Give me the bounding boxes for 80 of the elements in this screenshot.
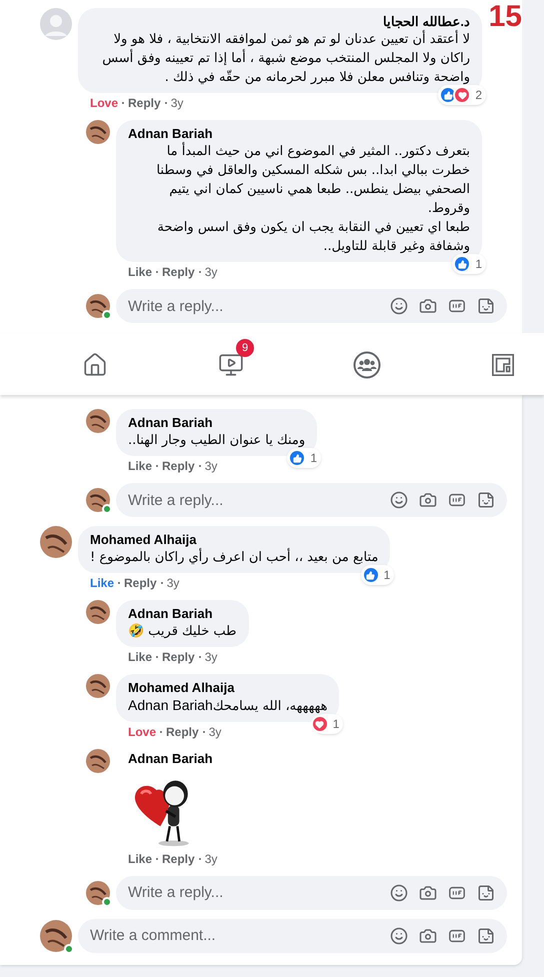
reaction-number: 2: [475, 87, 482, 104]
timestamp: 3y: [208, 724, 222, 740]
author-name[interactable]: Mohamed Alhaija: [128, 679, 328, 696]
emoji-icon[interactable]: [390, 297, 408, 315]
author-name[interactable]: Adnan Bariah: [128, 125, 470, 142]
notification-badge: 9: [236, 339, 254, 357]
reaction-count[interactable]: 1: [287, 448, 322, 468]
reply-link[interactable]: Reply: [162, 649, 195, 665]
timestamp: 3y: [170, 95, 184, 111]
react-link[interactable]: Like: [128, 458, 152, 474]
timestamp: 3y: [204, 850, 218, 866]
comment-text: ومنك يا عنوان الطيب وجار الهنا..: [128, 432, 306, 450]
timestamp: 3y: [166, 575, 180, 591]
reply-link[interactable]: Reply: [166, 724, 199, 740]
author-name[interactable]: Mohamed Alhaija: [90, 531, 378, 548]
reaction-number: 1: [310, 450, 318, 467]
reply-field[interactable]: Write a reply...: [116, 876, 507, 910]
sticker-icon[interactable]: [477, 297, 495, 315]
home-icon: [82, 352, 108, 378]
avatar-icon: [86, 294, 110, 318]
gaming-icon: [491, 353, 515, 377]
emoji-icon[interactable]: [390, 491, 408, 509]
reaction-number: 1: [475, 256, 482, 273]
groups-icon: [353, 351, 381, 379]
react-link[interactable]: Like: [90, 575, 114, 591]
reply-link[interactable]: Reply: [162, 264, 195, 280]
mention-link[interactable]: Adnan Bariah: [128, 697, 213, 713]
reaction-count[interactable]: 1: [452, 254, 486, 274]
author-name[interactable]: Adnan Bariah: [128, 605, 236, 622]
comment-text: متابع من بعيد ،، أحب ان اعرف رأي راكان بالموضوع !: [90, 548, 378, 567]
emoji-icon[interactable]: [390, 926, 408, 944]
author-name[interactable]: Adnan Bariah: [128, 414, 306, 431]
gif-icon[interactable]: [448, 491, 466, 509]
reply-link[interactable]: Reply: [124, 575, 157, 591]
avatar-icon: [86, 120, 110, 144]
avatar-icon: [86, 409, 110, 433]
author-name[interactable]: Adnan Bariah: [128, 749, 213, 768]
avatar-icon: [86, 488, 110, 512]
camera-icon[interactable]: [419, 926, 437, 944]
avatar-icon: [40, 8, 72, 40]
camera-icon[interactable]: [419, 297, 437, 315]
video-icon: [218, 352, 244, 378]
emoji-icon[interactable]: [390, 884, 408, 902]
reaction-count[interactable]: 1: [314, 714, 344, 734]
reply-link[interactable]: Reply: [162, 850, 195, 866]
reply-link[interactable]: Reply: [162, 458, 195, 474]
avatar-icon: [40, 526, 72, 558]
reaction-number: 1: [384, 567, 390, 584]
reaction-number: 1: [332, 716, 340, 733]
timestamp: 3y: [204, 264, 218, 280]
react-link[interactable]: Love: [128, 724, 156, 740]
nav-tab[interactable]: 9: [204, 337, 258, 391]
comment-text: طب خليك قريب 🤣: [128, 622, 236, 641]
timestamp: 3y: [204, 458, 218, 474]
reaction-count[interactable]: 2: [438, 85, 486, 105]
reply-field[interactable]: Write a reply...: [116, 483, 507, 517]
reaction-count[interactable]: 1: [360, 565, 394, 585]
sticker-icon[interactable]: [477, 926, 495, 944]
sticker-icon[interactable]: [477, 491, 495, 509]
avatar-icon: [40, 920, 72, 952]
comment-text: لا أعتقد أن تعيين عدنان لو تم هو ثمن لموافقه الانتخابية ، فلا هو ولا راكان ولا المجلس المنتخب موضع شبهة ، أما إذا تم تعيينه وفق أسس واضحة وتنافس معلن فلا مبرر لحرمانه من حقّه في ذلك .: [101, 30, 470, 87]
react-link[interactable]: Like: [128, 649, 152, 665]
comment-field[interactable]: Write a comment...: [78, 918, 507, 952]
sticker-icon[interactable]: [477, 884, 495, 902]
reply-field[interactable]: Write a reply...: [116, 289, 507, 323]
reply-link[interactable]: Reply: [128, 95, 161, 111]
react-link[interactable]: Like: [128, 264, 152, 280]
avatar-icon: [86, 600, 110, 624]
corner-number: 15: [488, 2, 522, 32]
avatar-icon: [86, 674, 110, 698]
gif-icon[interactable]: [448, 297, 466, 315]
avatar-icon: [86, 749, 110, 773]
camera-icon[interactable]: [419, 884, 437, 902]
react-link[interactable]: Love: [90, 95, 118, 111]
author-name[interactable]: د.عطالله الحجايا: [90, 13, 470, 30]
react-link[interactable]: Like: [128, 850, 152, 866]
comment-text: بتعرف دكتور.. المثير في الموضوع اني من حيث المبدأ ما خطرت ببالي ابدا.. بس شكله المسكين والعاقل في وسطنا الصحفي بيضل ينطس.. طبعا همي ناسيين كمان اني يتيم وقروط. طبعا اي تعيين في النقابة يجب ان يكون وفق اسس واضحة وشفافة وغير قابلة للتاويل..: [155, 142, 470, 256]
avatar-icon: [86, 880, 110, 904]
camera-icon[interactable]: [419, 491, 437, 509]
timestamp: 3y: [204, 649, 218, 665]
